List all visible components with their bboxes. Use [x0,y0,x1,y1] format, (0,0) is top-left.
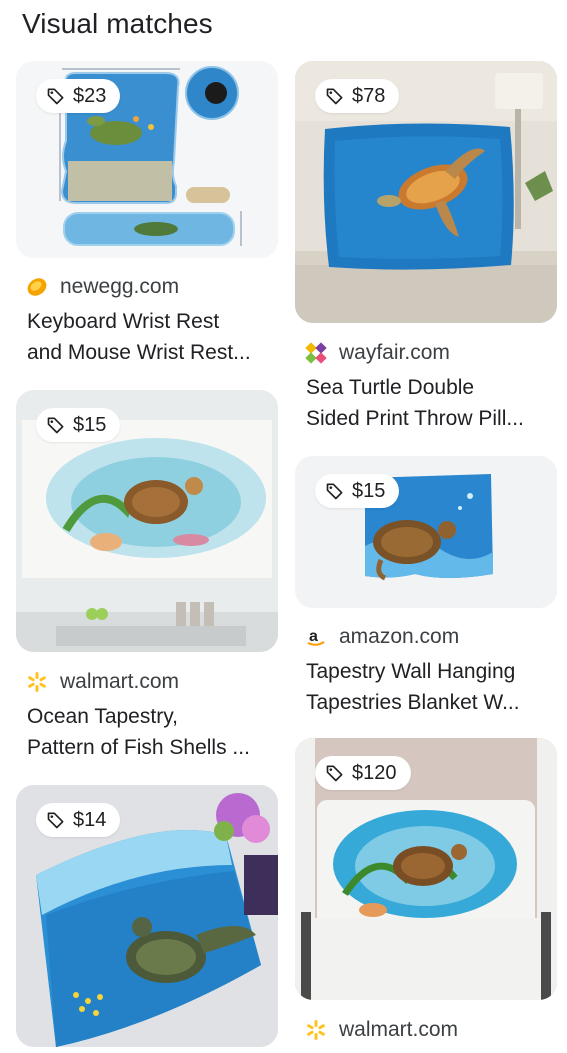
price-badge: $23 [36,79,121,113]
price-badge: $15 [315,474,400,508]
price-tag-icon [326,765,343,782]
price-value: $15 [73,413,107,436]
result-title[interactable]: Sea Turtle Double Sided Print Throw Pill… [306,372,558,434]
result-card-wayfair[interactable]: $78 wayfair.com Sea Turtle Double Sided … [295,61,557,446]
price-value: $15 [352,479,386,502]
price-tag-icon [326,483,343,500]
result-title[interactable]: Keyboard Wrist Rest and Mouse Wrist Rest… [27,306,279,368]
source-domain: amazon.com [339,625,460,648]
result-source[interactable]: wayfair.com [305,341,450,365]
price-value: $23 [73,84,107,107]
price-badge: $15 [36,408,121,442]
result-thumbnail[interactable]: $120 [295,738,557,1000]
result-title[interactable]: Ocean Tapestry, Pattern of Fish Shells .… [27,701,279,763]
price-tag-icon [47,417,64,434]
price-tag-icon [326,88,343,105]
price-badge: $78 [315,79,400,113]
result-thumbnail[interactable]: $78 [295,61,557,323]
result-thumbnail[interactable]: $15 [295,456,557,608]
svg-text:a: a [309,628,318,645]
source-domain: newegg.com [60,275,180,298]
amazon-favicon-icon: a [307,628,325,646]
price-value: $78 [352,84,386,107]
price-badge: $120 [315,756,411,790]
result-title[interactable]: Tapestry Wall Hanging Tapestries Blanket… [306,656,558,718]
source-domain: wayfair.com [339,341,450,364]
section-title: Visual matches [22,8,213,39]
result-thumbnail[interactable]: $14 [16,785,278,1047]
source-domain: walmart.com [339,1018,459,1041]
result-thumbnail[interactable]: $15 [16,390,278,652]
price-value: $14 [73,808,107,831]
result-card-walmart[interactable]: $15 walmart.com Ocean Tapestry, Pattern … [16,390,278,775]
price-value: $120 [352,761,397,784]
result-source[interactable]: newegg.com [26,275,179,299]
source-domain: walmart.com [60,670,180,693]
result-card-walmart-2[interactable]: $120 walmart.com [295,738,557,1053]
result-source[interactable]: walmart.com [305,1018,458,1042]
walmart-favicon-icon [307,1020,325,1040]
price-badge: $14 [36,803,121,837]
wayfair-favicon-icon [305,342,327,364]
result-card-newegg[interactable]: $23 newegg.com Keyboard Wrist Rest and M… [16,61,278,381]
result-source[interactable]: a amazon.com [305,625,459,649]
result-card-amazon[interactable]: $15 a amazon.com Tapestry Wall Hanging T… [295,456,557,726]
newegg-favicon-icon [27,278,47,296]
walmart-favicon-icon [28,672,46,692]
price-tag-icon [47,812,64,829]
result-source[interactable]: walmart.com [26,670,179,694]
price-tag-icon [47,88,64,105]
result-thumbnail[interactable]: $23 [16,61,278,258]
result-card-bath-mat[interactable]: $14 [16,785,278,1047]
